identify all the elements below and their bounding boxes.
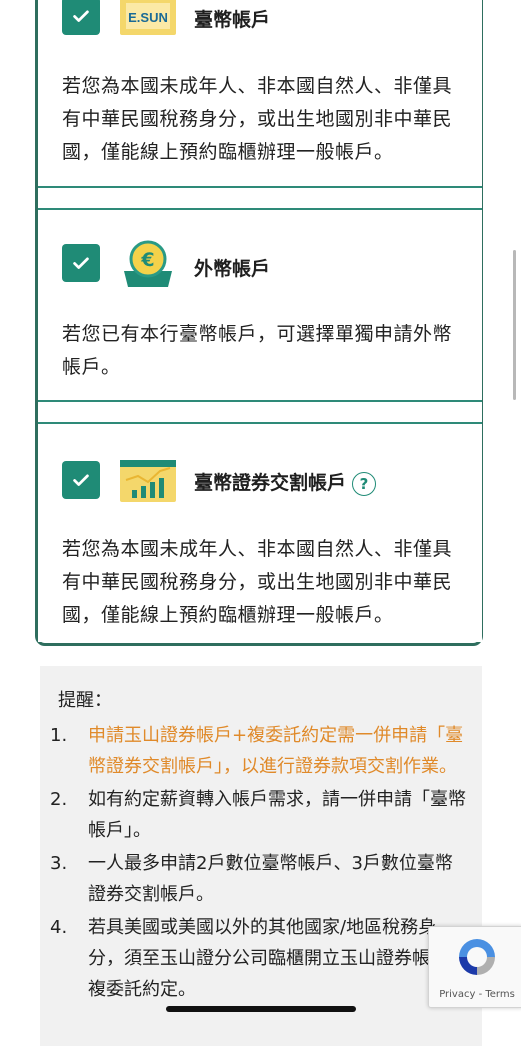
recaptcha-icon <box>459 939 495 975</box>
card-separator <box>38 188 482 208</box>
check-icon <box>73 474 89 486</box>
account-title: 臺幣帳戶 <box>194 9 271 31</box>
notice-list: 1. 申請玉山證券帳戶+複委託約定需一併申請「臺幣證券交割帳戶」，以進行證券款項… <box>50 720 470 1007</box>
scrollbar[interactable] <box>513 250 516 400</box>
notice-box: 提醒： 1. 申請玉山證券帳戶+複委託約定需一併申請「臺幣證券交割帳戶」，以進行… <box>40 666 482 1046</box>
account-description: 若您為本國未成年人、非本國自然人、非僅具有中華民國稅務身分，或出生地國別非中華民… <box>62 75 453 163</box>
svg-text:€: € <box>140 249 154 271</box>
svg-text:E.SUN: E.SUN <box>128 10 168 25</box>
esun-bank-icon: E.SUN <box>120 0 176 39</box>
check-icon <box>73 10 89 22</box>
notice-item: 1. 申請玉山證券帳戶+複委託約定需一併申請「臺幣證券交割帳戶」，以進行證券款項… <box>50 725 464 777</box>
account-title: 外幣帳戶 <box>194 258 271 280</box>
notice-title: 提醒： <box>58 690 112 711</box>
home-indicator <box>166 1006 356 1012</box>
notice-item: 2. 如有約定薪資轉入帳戶需求，請一併申請「臺幣帳戶」。 <box>50 789 466 841</box>
euro-coin-icon: € <box>120 237 176 287</box>
check-icon <box>73 257 89 269</box>
account-title: 臺幣證券交割帳戶? <box>194 468 377 496</box>
notice-item: 4. 若具美國或美國以外的其他國家/地區稅務身分，須至玉山證分公司臨櫃開立玉山證… <box>50 917 466 1000</box>
notice-item: 3. 一人最多申請2戶數位臺幣帳戶、3戶數位臺幣證券交割帳戶。 <box>50 853 453 905</box>
recaptcha-links[interactable]: Privacy - Terms <box>433 989 521 1000</box>
checkbox-foreign[interactable] <box>62 244 100 282</box>
stock-chart-icon <box>120 456 176 504</box>
checkbox-securities[interactable] <box>62 461 100 499</box>
help-icon[interactable]: ? <box>352 471 377 496</box>
recaptcha-badge[interactable]: Privacy - Terms <box>428 926 521 1008</box>
account-card-foreign[interactable]: € 外幣帳戶 若您已有本行臺幣帳戶，可選擇單獨申請外幣帳戶。 <box>38 208 482 402</box>
account-card-twd[interactable]: E.SUN 臺幣帳戶 若您為本國未成年人、非本國自然人、非僅具有中華民國稅務身分… <box>38 0 482 188</box>
account-description: 若您為本國未成年人、非本國自然人、非僅具有中華民國稅務身分，或出生地國別非中華民… <box>62 538 453 626</box>
checkbox-twd[interactable] <box>62 0 100 35</box>
account-card-securities[interactable]: 臺幣證券交割帳戶? 若您為本國未成年人、非本國自然人、非僅具有中華民國稅務身分，… <box>38 422 482 642</box>
account-description: 若您已有本行臺幣帳戶，可選擇單獨申請外幣帳戶。 <box>62 323 453 378</box>
card-separator <box>38 402 482 422</box>
